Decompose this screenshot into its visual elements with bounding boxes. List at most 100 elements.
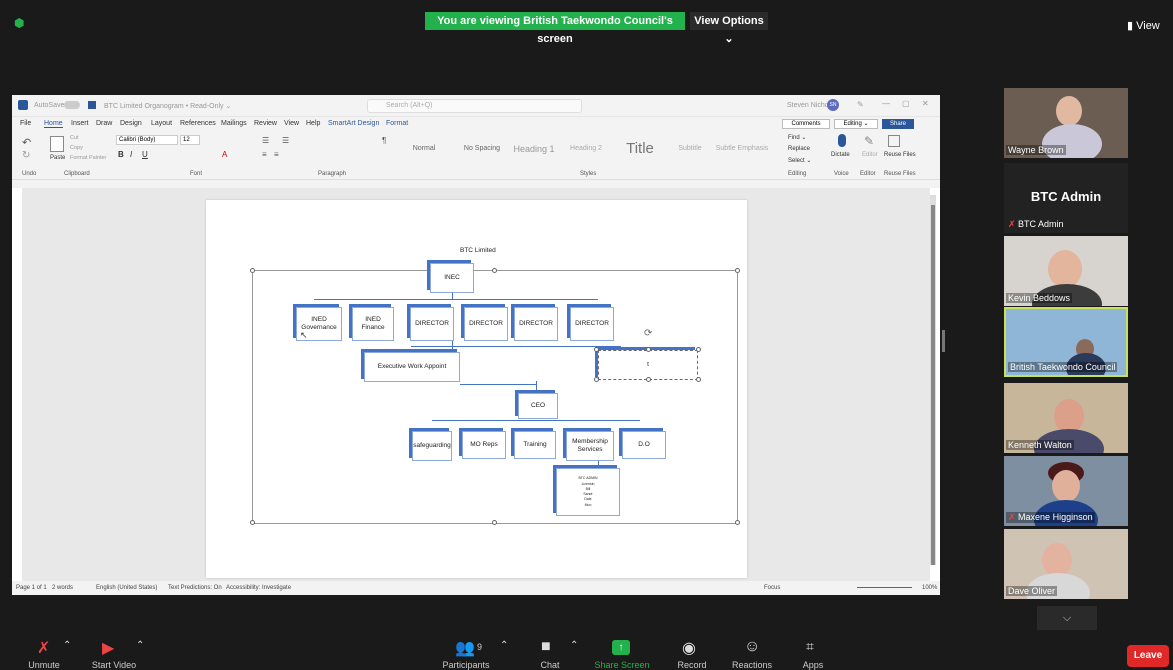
chat-chevron-icon[interactable]: ⌃ [570,640,578,651]
tab-layout[interactable]: Layout [151,120,172,127]
start-video-button[interactable]: Start Video [84,660,144,670]
user-avatar[interactable]: SN [827,99,839,111]
pilcrow-icon[interactable]: ¶ [382,136,386,145]
status-accessibility[interactable]: Accessibility: Investigate [226,585,291,591]
participants-button[interactable]: Participants [436,660,496,670]
leave-button[interactable]: Leave [1127,645,1169,667]
save-icon[interactable] [88,101,96,109]
tab-format[interactable]: Format [386,120,408,127]
view-options-button[interactable]: View Options ⌄ [690,12,768,45]
node-ined-finance[interactable]: INED Finance [352,307,394,341]
align-left-icon[interactable]: ≡ [262,150,267,159]
node-director[interactable]: DIRECTOR [464,307,508,341]
participant-tile[interactable]: ✗ Maxene Higginson [1004,456,1128,526]
video-options-chevron-icon[interactable]: ⌃ [136,640,144,651]
style-heading-1[interactable]: Heading 1 [510,138,558,160]
tab-help[interactable]: Help [306,120,320,127]
status-words[interactable]: 2 words [52,585,73,591]
vertical-scrollbar[interactable] [930,195,936,565]
font-size-select[interactable]: 12 [180,135,200,145]
record-icon[interactable]: ◉ [682,638,696,658]
security-shield-icon[interactable]: ⬢ [14,16,26,30]
undo-icon[interactable]: ↶ [22,136,31,149]
reactions-button[interactable]: Reactions [728,660,776,670]
resize-handle[interactable] [646,347,651,352]
view-button[interactable]: ▮ View [1127,19,1160,32]
tab-insert[interactable]: Insert [71,120,89,127]
style-subtle-emphasis[interactable]: Subtle Emphasis [714,138,770,160]
style-normal[interactable]: Normal [404,138,444,160]
font-color-button[interactable]: A [222,150,227,159]
font-name-select[interactable]: Calibri (Body) [116,135,178,145]
style-subtitle[interactable]: Subtitle [668,138,712,160]
redo-icon[interactable]: ↻ [22,150,30,161]
participant-tile[interactable]: Dave Oliver [1004,529,1128,599]
tab-review[interactable]: Review [254,120,277,127]
resize-handle[interactable] [492,520,497,525]
microphone-icon[interactable] [838,134,846,147]
node-btc-admin-list[interactable]: BTC ADMIN Licensin Bill Sandr Dale Moo [556,468,620,516]
bullets-icon[interactable]: ☰ [262,136,269,145]
participants-icon[interactable]: 👥 [455,638,475,658]
node-inec[interactable]: INEC [430,263,474,293]
resize-handle[interactable] [594,347,599,352]
focus-button[interactable]: Focus [764,585,780,591]
numbering-icon[interactable]: ☰ [282,136,289,145]
search-input[interactable]: Search (Alt+Q) [367,99,582,113]
italic-button[interactable]: I [130,150,132,159]
node-mo-reps[interactable]: MO Reps [462,431,506,459]
status-page[interactable]: Page 1 of 1 [16,585,47,591]
node-training[interactable]: Training [514,431,556,459]
cut-button[interactable]: Cut [70,135,79,141]
chat-button[interactable]: Chat [530,660,570,670]
participant-tile[interactable]: BTC Admin ✗ BTC Admin [1004,163,1128,233]
mic-options-chevron-icon[interactable]: ⌃ [63,640,71,651]
resize-handle[interactable] [492,268,497,273]
replace-button[interactable]: Replace [788,146,810,152]
underline-button[interactable]: U [142,150,148,159]
resize-handle[interactable] [735,520,740,525]
node-director[interactable]: DIRECTOR [514,307,558,341]
video-off-icon[interactable]: ▶ [102,638,114,658]
editor-icon[interactable]: ✎ [864,134,874,148]
paste-icon[interactable] [50,136,64,152]
resize-handle[interactable] [250,520,255,525]
style-heading-2[interactable]: Heading 2 [562,138,610,160]
pen-icon[interactable]: ✎ [857,100,864,109]
find-button[interactable]: Find ⌄ [788,134,806,141]
autosave-toggle[interactable] [64,101,80,109]
participant-tile[interactable]: Kenneth Walton [1004,383,1128,453]
zoom-slider[interactable] [857,587,912,588]
tab-smartart-design[interactable]: SmartArt Design [328,120,379,127]
node-membership-services[interactable]: Membership Services [566,431,614,461]
tab-references[interactable]: References [180,120,216,127]
participants-chevron-icon[interactable]: ⌃ [500,640,508,651]
bold-button[interactable]: B [118,150,124,159]
split-handle[interactable] [942,330,945,352]
zoom-level[interactable]: 100% [922,585,937,591]
resize-handle[interactable] [594,377,599,382]
tab-draw[interactable]: Draw [96,120,112,127]
tab-design[interactable]: Design [120,120,142,127]
minimize-icon[interactable]: — [882,99,890,108]
resize-handle[interactable] [250,268,255,273]
select-button[interactable]: Select ⌄ [788,157,811,164]
share-screen-button[interactable]: Share Screen [590,660,654,670]
close-icon[interactable]: ✕ [922,99,929,108]
rotate-handle-icon[interactable]: ⟳ [644,328,652,339]
scroll-thumb[interactable] [931,205,935,565]
node-executive-work-appoint[interactable]: Executive Work Appoint [364,352,460,382]
tab-view[interactable]: View [284,120,299,127]
record-button[interactable]: Record [672,660,712,670]
resize-handle[interactable] [646,377,651,382]
node-director[interactable]: DIRECTOR [410,307,454,341]
resize-handle[interactable] [735,268,740,273]
scroll-down-button[interactable]: ⌵ [1037,606,1097,630]
node-safeguarding[interactable]: safeguarding [412,431,452,461]
unmute-button[interactable]: Unmute [20,660,68,670]
reactions-icon[interactable]: ☺ [744,638,760,656]
apps-button[interactable]: Apps [796,660,830,670]
restore-icon[interactable]: ▢ [902,99,910,108]
status-text-predictions[interactable]: Text Predictions: On [168,585,222,591]
share-screen-icon[interactable]: ↑ [612,640,630,655]
